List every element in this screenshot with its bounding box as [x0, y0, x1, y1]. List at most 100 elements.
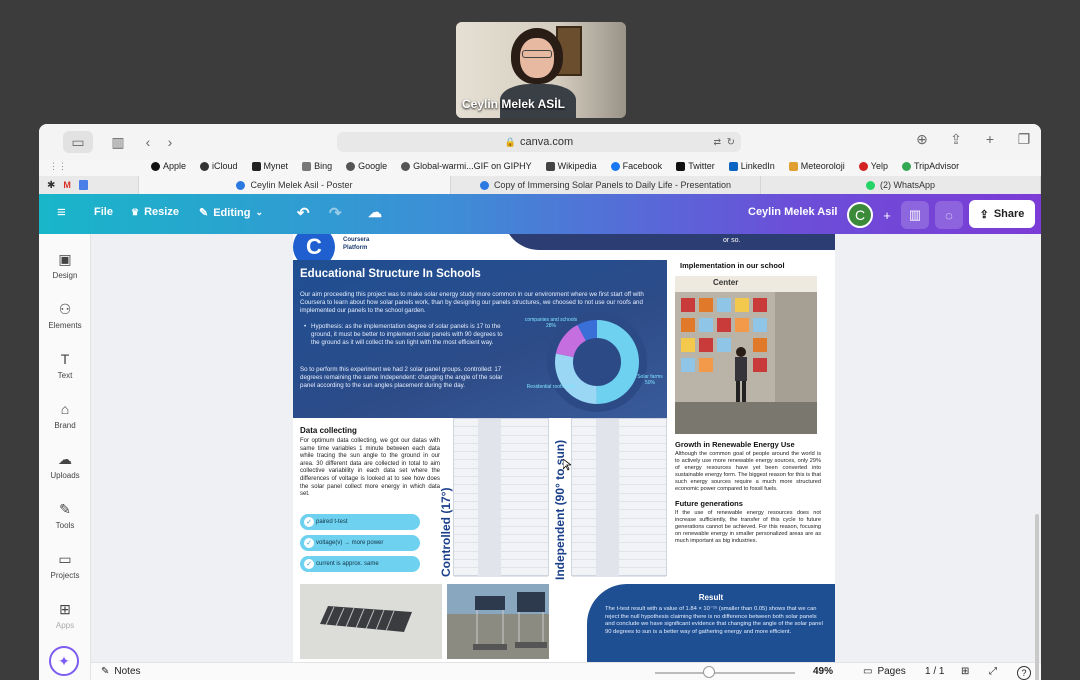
magic-icon[interactable]: ✦	[49, 646, 79, 676]
table-cell	[572, 527, 596, 534]
grid-view-icon[interactable]: ⊞	[961, 666, 969, 677]
education-section[interactable]: Educational Structure In Schools Our aim…	[293, 260, 667, 418]
bookmark-linkedin[interactable]: LinkedIn	[728, 161, 775, 171]
mouse-cursor	[563, 459, 571, 471]
table-cell	[454, 436, 478, 443]
bookmark-mynet[interactable]: Mynet	[251, 161, 288, 171]
result-section[interactable]: Result The t-test result with a value of…	[587, 584, 835, 662]
bookmark-facebook[interactable]: Facebook	[610, 161, 662, 171]
fullscreen-icon[interactable]: ⤢	[989, 666, 997, 677]
table-cell	[501, 568, 525, 575]
coursera-label: Coursera Platform	[343, 237, 370, 251]
tab-overview-icon[interactable]: ▥	[107, 131, 129, 153]
bookmark-google[interactable]: Google	[346, 161, 387, 171]
solar-panels-photo[interactable]	[447, 584, 549, 659]
zoom-slider-handle[interactable]	[703, 666, 715, 678]
bookmark-meteoroloji[interactable]: Meteoroloji	[788, 161, 845, 171]
table-cell	[501, 427, 525, 434]
tabs-icon[interactable]: ❐	[1013, 128, 1035, 150]
poster-page[interactable]: or so. C Coursera Platform Educational St…	[293, 234, 835, 662]
editing-dropdown[interactable]: ✎ Editing ⌄	[199, 206, 264, 220]
sidebar-item-projects[interactable]: ▭ Projects	[39, 550, 91, 581]
tab-presentation[interactable]: Copy of Immersing Solar Panels to Daily …	[451, 176, 761, 194]
menu-icon[interactable]: ≡	[57, 204, 66, 221]
table-cell	[595, 485, 619, 493]
redo-icon[interactable]: ↷	[329, 204, 342, 222]
controlled-data-table	[453, 418, 549, 577]
avatar[interactable]: C	[847, 202, 873, 228]
canvas-scrollbar[interactable]	[1035, 514, 1039, 680]
education-title: Educational Structure In Schools	[300, 268, 481, 280]
table-cell	[619, 560, 643, 567]
table-cell	[477, 419, 501, 427]
table-row	[572, 460, 666, 469]
gmail-icon[interactable]: M	[63, 180, 71, 190]
add-collaborator-icon[interactable]: +	[873, 201, 901, 229]
sidebar-item-brand[interactable]: ⌂ Brand	[39, 400, 91, 430]
bookmark-icloud[interactable]: iCloud	[200, 161, 238, 171]
share-page-icon[interactable]: ⇪	[945, 128, 967, 150]
pinned-tabs[interactable]: ✱ M	[39, 176, 139, 194]
top-right-text: or so.	[723, 237, 741, 244]
docs-icon[interactable]	[78, 180, 88, 190]
sidebar-item-apps[interactable]: ⊞ Apps	[39, 600, 91, 631]
table-cell	[525, 543, 549, 550]
insights-icon[interactable]: ▥	[901, 201, 929, 229]
tab-poster[interactable]: Ceylin Melek Asil - Poster	[139, 176, 451, 194]
table-cell	[501, 502, 525, 509]
growth-section[interactable]: Growth in Renewable Energy Use Although …	[675, 440, 821, 551]
independent-data-table	[571, 418, 667, 577]
translate-icon[interactable]: ⇄	[713, 137, 721, 148]
notes-button[interactable]: ✎ Notes	[101, 666, 141, 677]
tab-whatsapp[interactable]: (2) WhatsApp	[761, 176, 1041, 194]
zoom-level[interactable]: 49%	[813, 666, 833, 677]
table-cell	[619, 552, 643, 559]
data-section[interactable]: Data collecting For optimum data collect…	[300, 426, 440, 499]
resize-button[interactable]: ♛ Resize	[131, 206, 179, 218]
sidebar-item-design[interactable]: ▣ Design	[39, 250, 91, 281]
comment-icon[interactable]: ◌	[935, 201, 963, 229]
bookmark-tripadvisor[interactable]: TripAdvisor	[901, 161, 959, 171]
school-photo[interactable]: Center	[675, 276, 817, 434]
address-bar[interactable]: 🔒 canva.com ⇄ ↻	[337, 132, 741, 152]
share-button[interactable]: ⇪ Share	[969, 200, 1035, 228]
help-icon[interactable]: ?	[1017, 666, 1031, 680]
future-title: Future generations	[675, 499, 743, 508]
table-cell	[525, 419, 549, 426]
table-row	[572, 477, 666, 486]
download-icon[interactable]: ⊕	[911, 128, 933, 150]
bookmark-wikipedia[interactable]: Wikipedia	[545, 161, 597, 171]
bookmark-yelp[interactable]: Yelp	[858, 161, 888, 171]
pinned-tab-icon[interactable]: ✱	[47, 180, 55, 191]
table-cell	[501, 527, 525, 534]
sidebar-toggle-icon[interactable]: ▭	[63, 131, 93, 153]
pages-button[interactable]: ▭ Pages	[863, 666, 906, 677]
reload-icon[interactable]: ↻	[727, 137, 735, 148]
table-cell	[643, 452, 667, 459]
new-tab-icon[interactable]: +	[979, 128, 1001, 150]
zoom-slider[interactable]	[655, 672, 795, 674]
whatsapp-icon	[865, 180, 875, 190]
table-row	[454, 452, 548, 461]
forward-icon[interactable]: ›	[159, 131, 181, 153]
result-text: The t-test result with a value of 1.84 ×…	[605, 606, 823, 635]
table-cell	[572, 485, 596, 492]
pill-paired-test: paired t-test	[300, 514, 420, 530]
sidebar-item-tools[interactable]: ✎ Tools	[39, 500, 91, 531]
bookmark-bing[interactable]: Bing	[302, 161, 332, 171]
grid-icon[interactable]: ⋮⋮	[49, 161, 67, 172]
cloud-save-icon[interactable]: ☁	[368, 204, 382, 221]
undo-icon[interactable]: ↶	[297, 204, 310, 222]
bookmark-twitter[interactable]: Twitter	[676, 161, 715, 171]
bookmark-apple[interactable]: Apple	[151, 161, 186, 171]
tools-icon: ✎	[59, 500, 71, 517]
back-icon[interactable]: ‹	[137, 131, 159, 153]
solar-panel-render[interactable]	[300, 584, 442, 659]
sidebar-item-elements[interactable]: ⚇ Elements	[39, 300, 91, 331]
table-cell	[619, 444, 643, 451]
sidebar-item-text[interactable]: T Text	[39, 350, 91, 380]
chevron-down-icon: ⌄	[255, 207, 264, 217]
bookmark-giphy[interactable]: Global-warmi...GIF on GIPHY	[401, 161, 532, 171]
sidebar-item-uploads[interactable]: ☁ Uploads	[39, 450, 91, 481]
file-menu[interactable]: File	[94, 206, 113, 218]
